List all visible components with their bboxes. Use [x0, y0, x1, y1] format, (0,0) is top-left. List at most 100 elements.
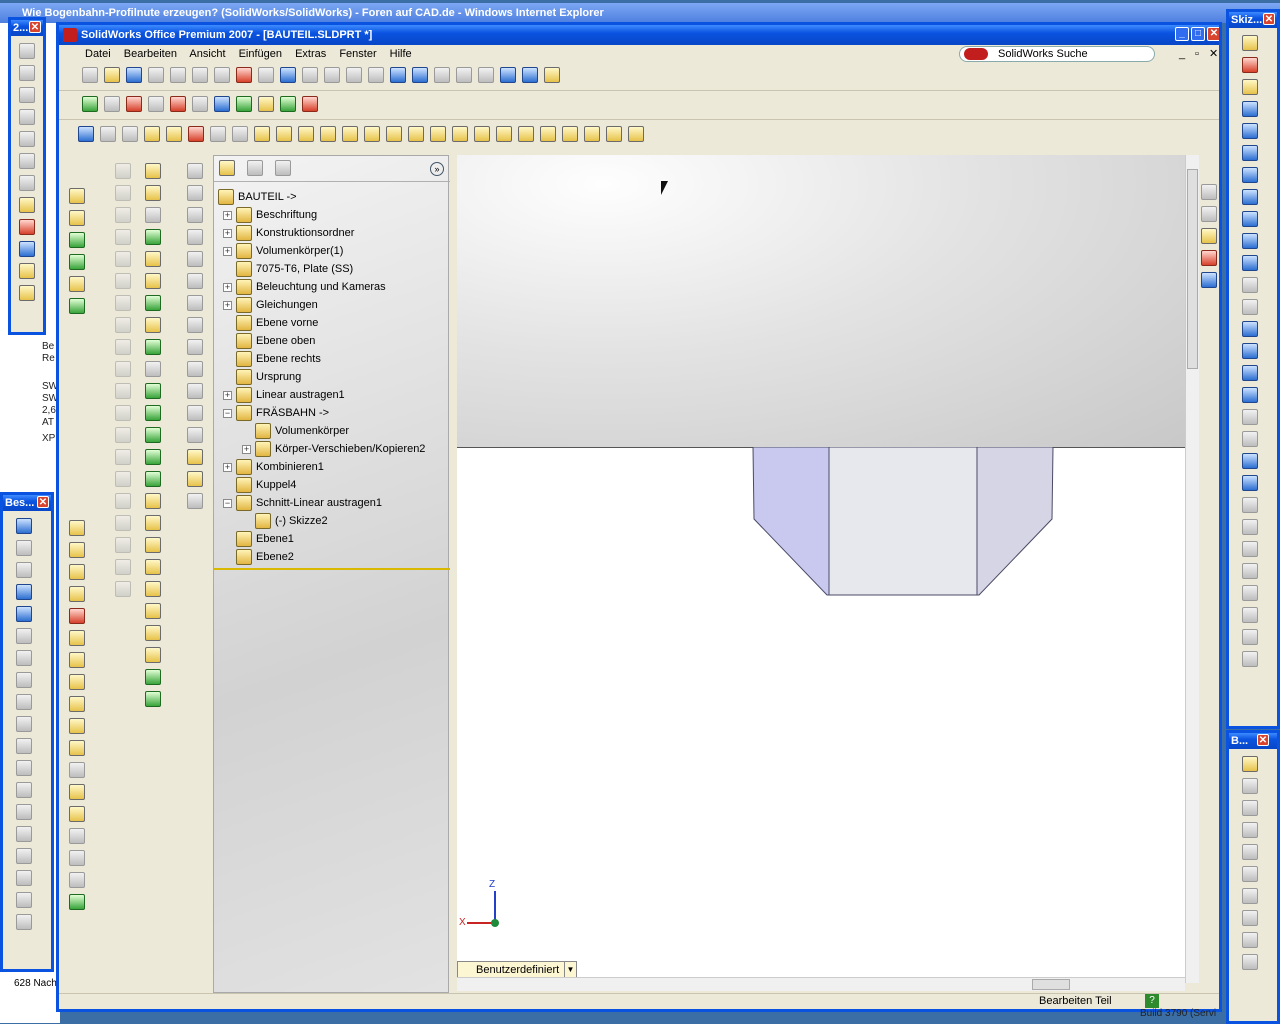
surface-a-icon[interactable]	[69, 520, 85, 536]
menu-fenster[interactable]: Fenster	[339, 48, 376, 60]
expand-icon[interactable]: +	[223, 283, 232, 292]
section-props-icon[interactable]	[144, 126, 160, 142]
point-sk-icon[interactable]	[1242, 365, 1258, 381]
zoom-in-icon[interactable]	[368, 67, 384, 83]
table-icon[interactable]	[232, 126, 248, 142]
feature-p-icon[interactable]	[584, 126, 600, 142]
maximize-button[interactable]: □	[1191, 27, 1205, 41]
tool-t-icon[interactable]	[145, 581, 161, 597]
feature-e-icon[interactable]	[342, 126, 358, 142]
fl1-b-icon[interactable]	[19, 65, 35, 81]
feature-j-icon[interactable]	[452, 126, 468, 142]
block-icon[interactable]	[1242, 453, 1258, 469]
tree-item[interactable]: (-) Skizze2	[214, 512, 450, 530]
tree-item[interactable]: + Gleichungen	[214, 296, 450, 314]
stop-icon[interactable]	[104, 96, 120, 112]
ann-b-icon[interactable]	[16, 540, 32, 556]
surface-d-icon[interactable]	[69, 586, 85, 602]
expand-icon[interactable]: +	[223, 229, 232, 238]
fl1-g-icon[interactable]	[19, 175, 35, 191]
collapse-icon[interactable]: −	[223, 409, 232, 418]
tab-property-manager[interactable]	[247, 160, 263, 176]
tool-c-icon[interactable]	[145, 207, 161, 223]
addin-icon[interactable]	[236, 96, 252, 112]
tree-item[interactable]: + Volumenkörper(1)	[214, 242, 450, 260]
record-dot-icon[interactable]	[302, 96, 318, 112]
feat-a-icon[interactable]	[187, 163, 203, 179]
expand-icon[interactable]: +	[242, 445, 251, 454]
feature-r-icon[interactable]	[628, 126, 644, 142]
sum-icon[interactable]	[210, 126, 226, 142]
tree-item[interactable]: − Schnitt-Linear austragen1	[214, 494, 450, 512]
tool-f-icon[interactable]	[145, 273, 161, 289]
open-icon[interactable]	[104, 67, 120, 83]
smart-dimension-icon[interactable]	[16, 518, 32, 534]
revolve-icon[interactable]	[69, 210, 85, 226]
dim-b-icon[interactable]	[1242, 778, 1258, 794]
convert-icon[interactable]	[1242, 585, 1258, 601]
feat-j-icon[interactable]	[187, 361, 203, 377]
mirror-icon[interactable]	[1242, 651, 1258, 667]
polygon-icon[interactable]	[1242, 145, 1258, 161]
tree-item[interactable]: − FRÄSBAHN ->	[214, 404, 450, 422]
wireframe-icon[interactable]	[456, 67, 472, 83]
tool-d-icon[interactable]	[145, 229, 161, 245]
tool-s-icon[interactable]	[145, 559, 161, 575]
ann-g-icon[interactable]	[16, 650, 32, 666]
feat-m-icon[interactable]	[187, 427, 203, 443]
float2-close-button[interactable]: ✕	[37, 496, 49, 508]
relation-icon[interactable]	[1242, 497, 1258, 513]
pattern-icon[interactable]	[1242, 431, 1258, 447]
fl1-d-icon[interactable]	[19, 109, 35, 125]
home-icon[interactable]	[1201, 184, 1217, 200]
macro-icon[interactable]	[148, 96, 164, 112]
graphics-area[interactable]: Z X Benutzerdefiniert ▼	[457, 155, 1185, 983]
tool-x-icon[interactable]	[145, 669, 161, 685]
fl1-f-icon[interactable]	[19, 153, 35, 169]
float1-close-button[interactable]: ✕	[29, 21, 41, 33]
measure-icon[interactable]	[100, 126, 116, 142]
tool-w-icon[interactable]	[145, 647, 161, 663]
record-icon[interactable]	[126, 96, 142, 112]
feat-e-icon[interactable]	[187, 251, 203, 267]
search-results-icon[interactable]	[1201, 250, 1217, 266]
expand-icon[interactable]: +	[223, 391, 232, 400]
surface-k-icon[interactable]	[69, 740, 85, 756]
tool-h-icon[interactable]	[145, 317, 161, 333]
datum-icon[interactable]	[16, 738, 32, 754]
feat-p-icon[interactable]	[187, 493, 203, 509]
feat-c-icon[interactable]	[187, 207, 203, 223]
feat-f-icon[interactable]	[187, 273, 203, 289]
fl1-l-icon[interactable]	[19, 285, 35, 301]
hidden-lines-icon[interactable]	[478, 67, 494, 83]
tool-j-icon[interactable]	[145, 361, 161, 377]
feature-k-icon[interactable]	[474, 126, 490, 142]
weld-icon[interactable]	[16, 694, 32, 710]
select-icon[interactable]	[214, 67, 230, 83]
surface-l-icon[interactable]	[69, 762, 85, 778]
tool-r-icon[interactable]	[145, 537, 161, 553]
expand-icon[interactable]: +	[223, 463, 232, 472]
feature-b-icon[interactable]	[276, 126, 292, 142]
fl1-a-icon[interactable]	[19, 43, 35, 59]
3d-sketch-icon[interactable]	[1242, 57, 1258, 73]
feature-c-icon[interactable]	[298, 126, 314, 142]
feat-h-icon[interactable]	[187, 317, 203, 333]
macro-new-icon[interactable]	[214, 96, 230, 112]
ann-p-icon[interactable]	[16, 848, 32, 864]
fl1-i-icon[interactable]	[19, 219, 35, 235]
spell-icon[interactable]	[16, 606, 32, 622]
check-icon[interactable]	[166, 126, 182, 142]
surface-finish-icon[interactable]	[16, 672, 32, 688]
horizontal-scroll-thumb[interactable]	[1032, 979, 1070, 990]
fl1-e-icon[interactable]	[19, 131, 35, 147]
chamfer-sk-icon[interactable]	[1242, 541, 1258, 557]
design-library-icon[interactable]	[1201, 206, 1217, 222]
menu-ansicht[interactable]: Ansicht	[189, 48, 225, 60]
spellcheck-icon[interactable]	[78, 126, 94, 142]
spline-icon[interactable]	[1242, 343, 1258, 359]
shaded-icon[interactable]	[500, 67, 516, 83]
search-box[interactable]: SolidWorks Suche	[959, 46, 1155, 62]
tool-o-icon[interactable]	[145, 471, 161, 487]
dim-a-icon[interactable]	[1242, 756, 1258, 772]
